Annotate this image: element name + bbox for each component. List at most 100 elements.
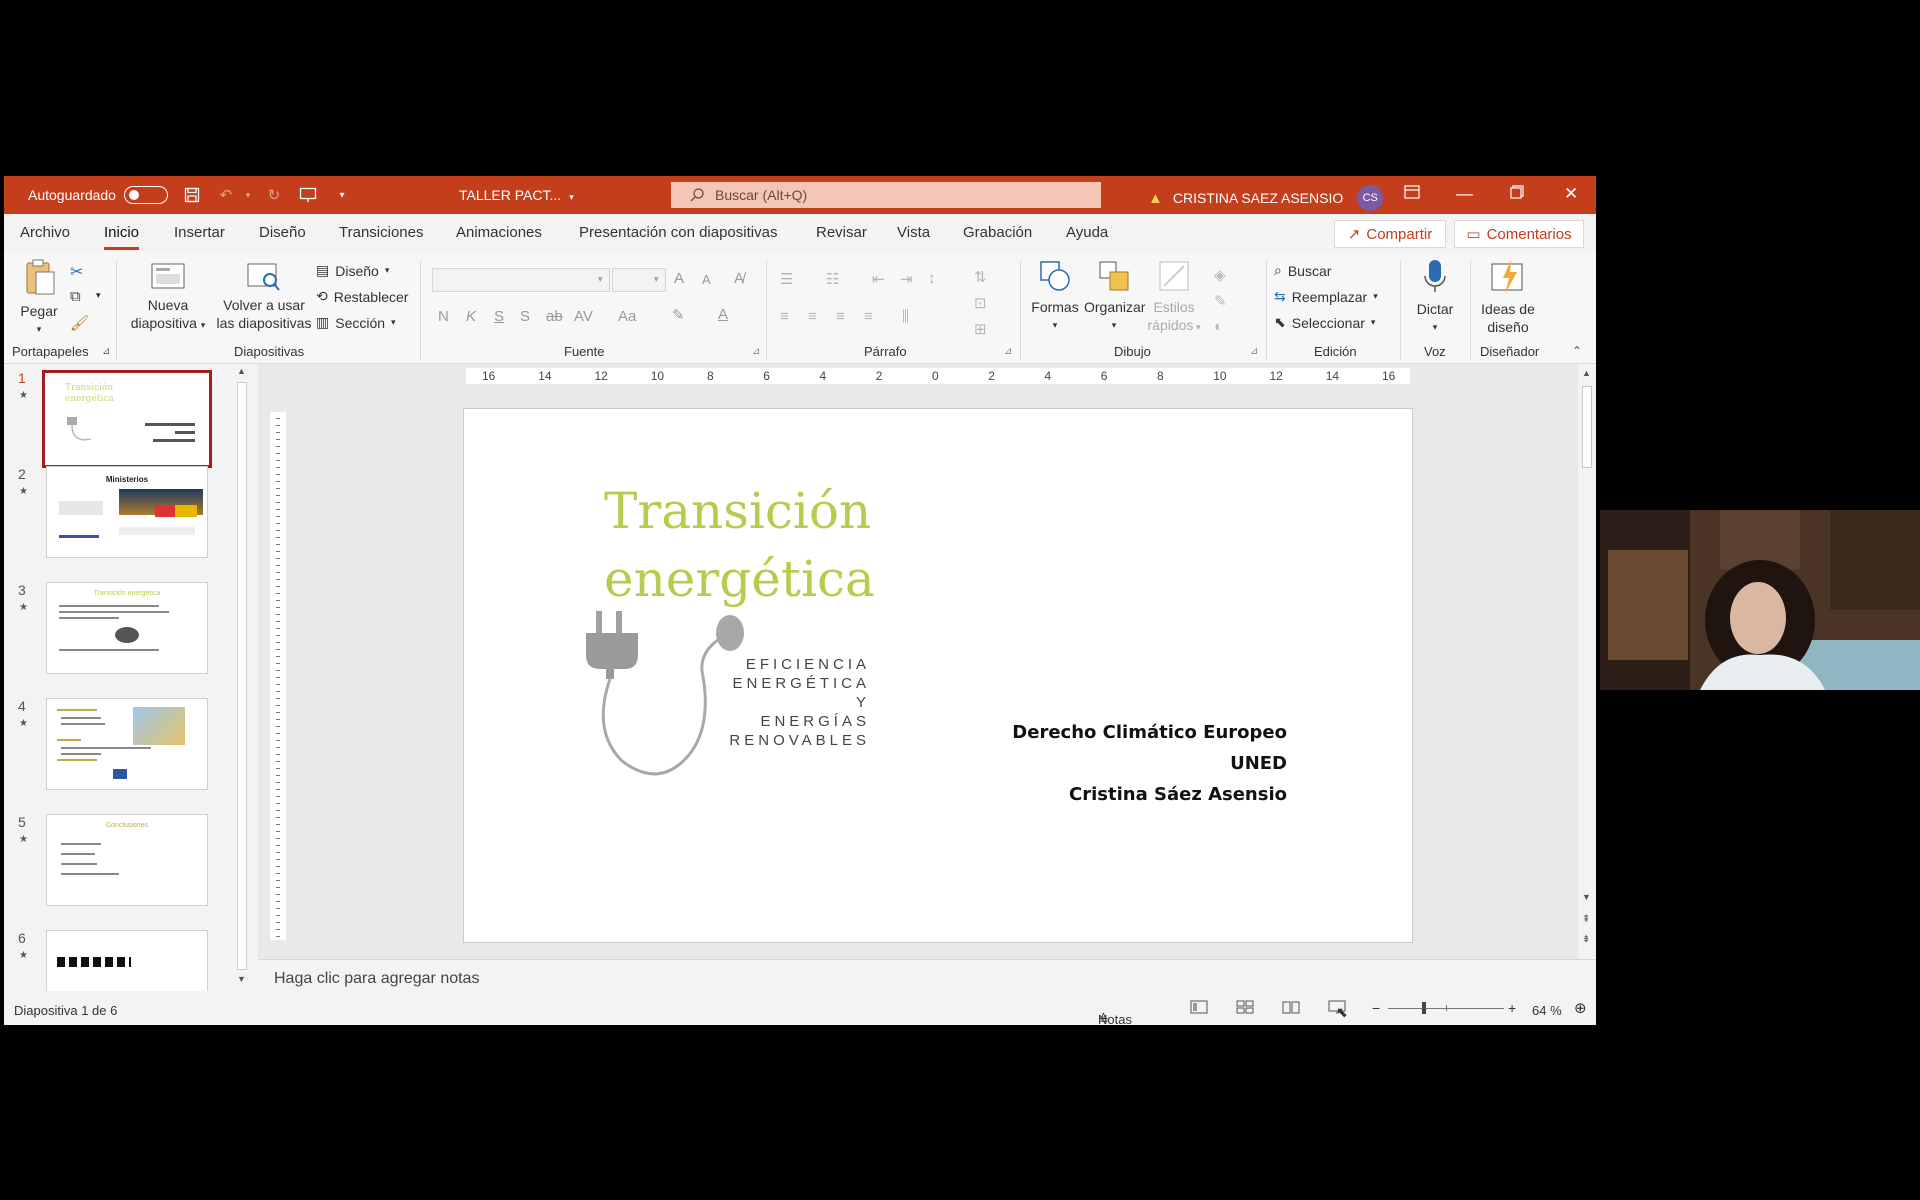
shapes-button[interactable]: Formas ▾ xyxy=(1030,258,1080,334)
comments-button[interactable]: ▭ Comentarios xyxy=(1454,220,1584,248)
change-case-button[interactable]: Aa xyxy=(618,308,636,325)
quick-styles-button[interactable]: Estilos rápidos ▾ xyxy=(1144,258,1204,336)
search-input[interactable]: Buscar (Alt+Q) xyxy=(671,182,1101,208)
avatar[interactable]: CS xyxy=(1357,185,1384,211)
ribbon-display-options-icon[interactable] xyxy=(1404,184,1420,204)
scrollbar-thumb[interactable] xyxy=(1582,386,1592,468)
slide-sorter-icon[interactable] xyxy=(1236,1000,1254,1017)
autosave-toggle[interactable] xyxy=(123,186,168,204)
zoom-slider-thumb[interactable] xyxy=(1422,1002,1426,1014)
collapse-ribbon-icon[interactable]: ⌃ xyxy=(1572,344,1582,358)
tab-archivo[interactable]: Archivo xyxy=(20,224,70,241)
slide-title[interactable]: Transición energética xyxy=(604,477,924,613)
dictate-button[interactable]: Dictar ▾ xyxy=(1410,258,1460,336)
paste-button[interactable]: Pegar ▾ xyxy=(14,258,64,338)
text-direction-icon[interactable]: ⇅ xyxy=(974,268,987,286)
present-from-start-icon[interactable] xyxy=(298,185,318,205)
shape-fill-icon[interactable]: ◈ xyxy=(1214,266,1226,284)
dialog-launcher-icon[interactable]: ⊿ xyxy=(102,346,110,357)
scroll-up-icon[interactable]: ▲ xyxy=(237,366,246,376)
previous-slide-icon[interactable]: ⇞ xyxy=(1582,914,1590,925)
slide-thumbnail-5[interactable]: Conclusiones xyxy=(46,814,208,906)
normal-view-icon[interactable] xyxy=(1190,1000,1208,1017)
tab-ayuda[interactable]: Ayuda xyxy=(1066,224,1108,241)
tab-inicio[interactable]: Inicio xyxy=(104,224,140,250)
slide-subtitle[interactable]: Derecho Climático Europeo UNED Cristina … xyxy=(1012,717,1287,810)
fit-slide-icon[interactable]: ⊕ xyxy=(1574,999,1587,1017)
document-title[interactable]: TALLER PACT... ▾ xyxy=(459,187,574,203)
slide-thumbnail-6[interactable] xyxy=(46,930,208,991)
bold-button[interactable]: N xyxy=(438,308,449,325)
share-button[interactable]: ↗ Compartir xyxy=(1334,220,1446,248)
zoom-level[interactable]: 64 % xyxy=(1532,1003,1562,1018)
find-button[interactable]: ⌕ Buscar xyxy=(1274,262,1331,279)
columns-icon[interactable]: ⫼ xyxy=(902,308,909,325)
numbering-icon[interactable]: ☷ xyxy=(826,270,839,288)
redo-icon[interactable]: ↻ xyxy=(264,185,284,205)
slide-thumbnail-1[interactable]: Transición energética xyxy=(42,370,212,468)
tab-vista[interactable]: Vista xyxy=(897,224,930,241)
reading-view-icon[interactable] xyxy=(1282,1000,1300,1017)
format-painter-icon[interactable]: 🖌 xyxy=(70,314,89,332)
dialog-launcher-icon[interactable]: ⊿ xyxy=(752,346,760,357)
tab-animaciones[interactable]: Animaciones xyxy=(456,224,542,241)
select-button[interactable]: ⬉ Seleccionar ▾ xyxy=(1274,314,1375,331)
tab-diseno[interactable]: Diseño xyxy=(259,224,306,241)
copy-icon[interactable]: ⧉ xyxy=(70,288,81,305)
highlight-icon[interactable]: ✎ xyxy=(672,306,685,324)
tab-transiciones[interactable]: Transiciones xyxy=(339,224,423,241)
slide-thumbnail-2[interactable]: Ministerios xyxy=(46,466,208,558)
slide-tagline[interactable]: EFICIENCIA ENERGÉTICA Y ENERGÍAS RENOVAB… xyxy=(714,655,870,750)
minimize-icon[interactable]: — xyxy=(1456,184,1473,204)
grow-font-button[interactable]: A xyxy=(674,270,684,287)
scroll-down-icon[interactable]: ▼ xyxy=(237,974,246,984)
decrease-indent-icon[interactable]: ⇤ xyxy=(872,270,885,288)
section-button[interactable]: ▥ Sección ▾ xyxy=(316,314,396,331)
slide-thumbnail-4[interactable] xyxy=(46,698,208,790)
undo-dropdown-icon[interactable]: ▾ xyxy=(238,185,258,205)
new-slide-button[interactable]: Nueva diapositiva ▾ xyxy=(126,260,210,334)
smartart-icon[interactable]: ⊞ xyxy=(974,320,987,338)
replace-button[interactable]: ⇆ Reemplazar ▾ xyxy=(1274,288,1378,305)
font-family-select[interactable] xyxy=(432,268,610,292)
next-slide-icon[interactable]: ⇟ xyxy=(1582,934,1590,945)
scroll-up-icon[interactable]: ▲ xyxy=(1582,368,1591,378)
char-spacing-button[interactable]: AV xyxy=(574,308,593,325)
user-account[interactable]: ▲ CRISTINA SAEZ ASENSIO CS xyxy=(1148,185,1384,211)
thumbnail-scrollbar[interactable]: ▲ ▼ xyxy=(234,366,250,987)
dialog-launcher-icon[interactable]: ⊿ xyxy=(1004,346,1012,357)
clear-formatting-icon[interactable]: A̸ xyxy=(734,270,744,287)
notes-pane[interactable]: Haga clic para agregar notas xyxy=(258,959,1596,993)
tab-insertar[interactable]: Insertar xyxy=(174,224,225,241)
zoom-out-button[interactable]: − xyxy=(1372,1000,1380,1016)
editor-scrollbar[interactable]: ▲ ▼ ⇞ ⇟ xyxy=(1578,364,1596,959)
slide-thumbnail-3[interactable]: Transición energética xyxy=(46,582,208,674)
italic-button[interactable]: K xyxy=(466,308,476,325)
shadow-button[interactable]: S xyxy=(520,308,530,325)
layout-button[interactable]: ▤ Diseño ▾ xyxy=(316,262,389,279)
tab-presentacion[interactable]: Presentación con diapositivas xyxy=(579,224,777,241)
tab-grabacion[interactable]: Grabación xyxy=(963,224,1032,241)
shape-effects-icon[interactable]: ◐ xyxy=(1214,318,1223,335)
design-ideas-button[interactable]: Ideas de diseño xyxy=(1474,258,1542,336)
align-text-icon[interactable]: ⊡ xyxy=(974,294,987,312)
align-right-icon[interactable]: ≡ xyxy=(836,308,845,325)
shrink-font-button[interactable]: A xyxy=(702,272,711,287)
reset-button[interactable]: ⟲ Restablecer xyxy=(316,288,408,305)
shape-outline-icon[interactable]: ✎ xyxy=(1214,292,1227,310)
save-icon[interactable] xyxy=(182,185,202,205)
justify-icon[interactable]: ≡ xyxy=(864,308,873,325)
scroll-down-icon[interactable]: ▼ xyxy=(1582,892,1591,902)
align-center-icon[interactable]: ≡ xyxy=(808,308,817,325)
slide-canvas[interactable]: Transición energética EFICIENCIA ENERGÉT… xyxy=(463,408,1413,943)
tab-revisar[interactable]: Revisar xyxy=(816,224,867,241)
scrollbar-thumb[interactable] xyxy=(237,382,247,970)
copy-dropdown-icon[interactable]: ▾ xyxy=(96,290,101,301)
arrange-button[interactable]: Organizar ▾ xyxy=(1084,258,1145,334)
customize-toolbar-icon[interactable]: ▾ xyxy=(332,185,352,205)
cut-icon[interactable]: ✂ xyxy=(70,262,83,282)
close-icon[interactable]: ✕ xyxy=(1564,184,1578,204)
restore-icon[interactable] xyxy=(1510,184,1524,204)
bullets-icon[interactable]: ☰ xyxy=(780,270,793,288)
reuse-slides-button[interactable]: Volver a usar las diapositivas xyxy=(214,260,314,332)
